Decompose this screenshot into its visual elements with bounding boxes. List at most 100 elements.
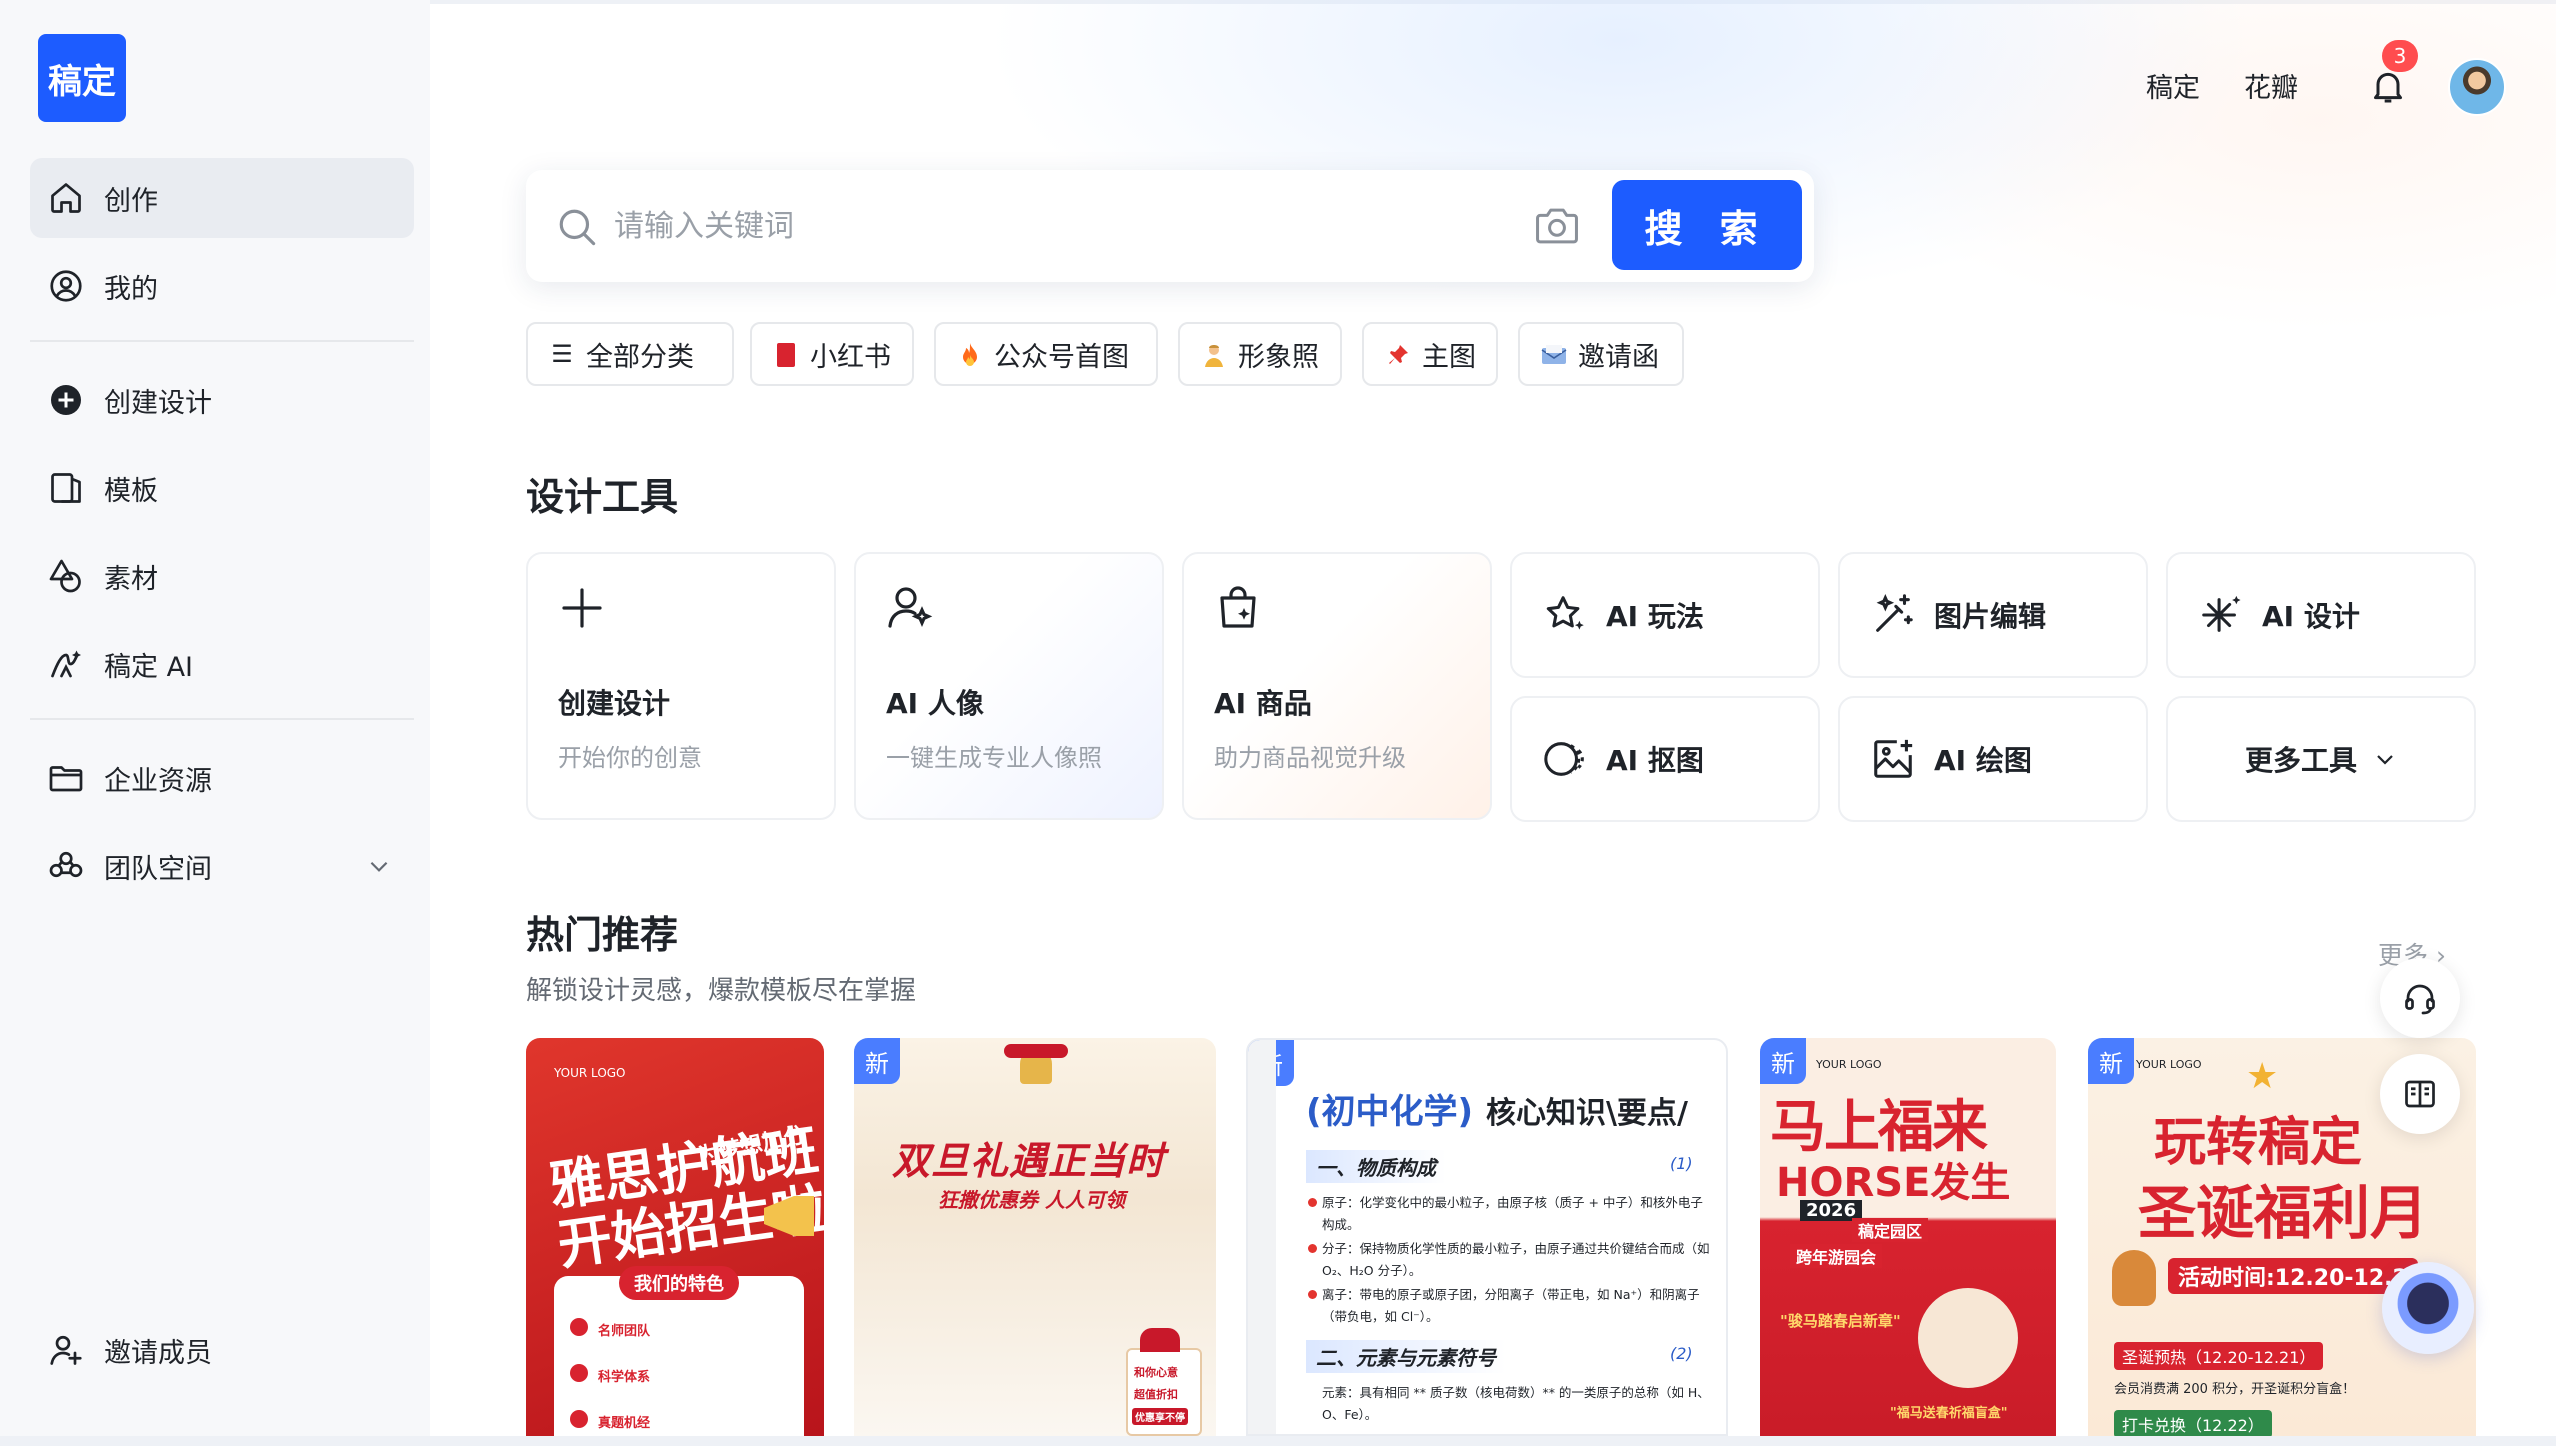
card-section: 一、物质构成 xyxy=(1306,1150,1446,1183)
sidebar-item-label: 团队空间 xyxy=(104,853,212,885)
bell-icon[interactable] xyxy=(2368,66,2408,106)
template-card[interactable]: YOUR LOGO 为梦想加分 雅思护航班 开始招生啦 我们的特色 名师团队 科… xyxy=(526,1038,824,1436)
person-icon xyxy=(1200,340,1228,368)
chevron-down-icon[interactable] xyxy=(366,853,392,879)
header-link-huaban[interactable]: 花瓣 xyxy=(2244,66,2298,105)
sidebar-divider xyxy=(30,718,414,720)
search-bar: 搜 索 xyxy=(526,170,1814,282)
card-headline: 玩转稿定 xyxy=(2154,1113,2363,1173)
design-tools-title: 设计工具 xyxy=(526,475,679,519)
home-icon xyxy=(51,183,81,213)
template-card[interactable]: 新 双旦礼遇正当时 狂撒优惠券 人人可领 和你心意 超值折扣 优惠享不停 xyxy=(854,1038,1216,1436)
card-feature-title: 我们的特色 xyxy=(619,1266,739,1300)
chip-label: 公众号首图 xyxy=(994,341,1129,373)
tool-name: AI 绘图 xyxy=(1934,744,2032,777)
card-activity: "骏马踏春启新章" xyxy=(1780,1312,1901,1330)
chip-wechat-cover[interactable]: 公众号首图 xyxy=(934,322,1158,386)
template-card[interactable]: 新 (初中化学) 核心知识\要点/ 一、物质构成 (1) 原子：化学变化中的最小… xyxy=(1246,1038,1728,1436)
user-add-icon xyxy=(50,1335,82,1365)
avatar[interactable] xyxy=(2448,58,2506,116)
sidebar-item-label: 企业资源 xyxy=(104,765,212,797)
sidebar-item-gaoding-ai[interactable]: 稿定 AI xyxy=(30,624,414,704)
bottom-border xyxy=(0,1436,2556,1446)
notification-badge: 3 xyxy=(2382,40,2418,72)
chip-main-image[interactable]: 主图 xyxy=(1362,322,1498,386)
folder-icon xyxy=(49,766,83,792)
chevron-down-icon xyxy=(2377,755,2393,765)
chip-label: 小红书 xyxy=(810,341,891,373)
invite-members-button[interactable]: 邀请成员 xyxy=(30,1310,414,1390)
tool-name: 图片编辑 xyxy=(1934,600,2047,633)
card-section-no: (1) xyxy=(1670,1154,1693,1173)
tool-name: AI 设计 xyxy=(2262,600,2360,633)
chip-portrait[interactable]: 形象照 xyxy=(1178,322,1342,386)
template-icon xyxy=(51,473,81,503)
tool-more[interactable]: 更多工具 xyxy=(2166,696,2476,822)
tool-name: AI 商品 xyxy=(1214,687,1312,720)
sidebar-item-create-design[interactable]: 创建设计 xyxy=(30,360,414,440)
tool-ai-cutout[interactable]: AI 抠图 xyxy=(1510,696,1820,822)
sidebar-item-label: 创建设计 xyxy=(104,387,212,419)
sidebar-item-label: 创作 xyxy=(104,185,158,217)
tool-ai-play[interactable]: AI 玩法 xyxy=(1510,552,1820,678)
card-section: 二、元素与元素符号 xyxy=(1306,1340,1506,1373)
sidebar-item-team[interactable]: 团队空间 xyxy=(30,826,414,906)
card-bullet: 原子：化学变化中的最小粒子，由原子核（质子 + 中子）和核外电子构成。 xyxy=(1322,1195,1703,1232)
cutout-icon xyxy=(1544,742,1584,776)
plus-icon xyxy=(562,588,602,628)
chip-invitation[interactable]: 邀请函 xyxy=(1518,322,1684,386)
tool-desc: 助力商品视觉升级 xyxy=(1214,744,1406,772)
ai-portrait-icon xyxy=(888,587,933,628)
tool-ai-drawing[interactable]: AI 绘图 xyxy=(1838,696,2148,822)
gift-box: 和你心意 超值折扣 优惠享不停 xyxy=(1126,1348,1202,1436)
sidebar-item-mine[interactable]: 我的 xyxy=(30,246,414,326)
sidebar-item-label: 模板 xyxy=(104,475,158,507)
card-bullet: 分子：保持物质化学性质的最小粒子，由原子通过共价键结合而成（如 O₂、H₂O 分… xyxy=(1322,1241,1710,1278)
headset-icon xyxy=(2405,984,2435,1015)
chip-label: 全部分类 xyxy=(586,341,694,373)
template-card[interactable]: 新 YOUR LOGO 马上福来 HORSE发生 2026 稿定园区 跨年游园会… xyxy=(1760,1038,2056,1436)
pin-icon xyxy=(1308,1198,1317,1207)
hot-subtitle: 解锁设计灵感，爆款模板尽在掌握 xyxy=(526,976,917,1006)
card-logo: YOUR LOGO xyxy=(1816,1058,1882,1071)
brand-logo[interactable]: 稿定 xyxy=(38,34,126,122)
search-button[interactable]: 搜 索 xyxy=(1612,180,1802,270)
card-logo: YOUR LOGO xyxy=(2136,1058,2202,1071)
customer-service-button[interactable] xyxy=(2380,958,2460,1038)
card-activity: "福马送春祈福盲盒" xyxy=(1890,1406,2008,1421)
tool-name: AI 玩法 xyxy=(1606,600,1704,633)
guide-book-button[interactable] xyxy=(2380,1054,2460,1134)
gingerbread-icon xyxy=(2112,1250,2156,1306)
feature-dot-icon xyxy=(570,1410,588,1428)
ai-spark-icon xyxy=(2202,595,2241,632)
sidebar-item-label: 稿定 AI xyxy=(104,651,194,683)
team-icon xyxy=(49,851,83,878)
menu-icon: ☰ xyxy=(551,340,573,368)
tool-ai-portrait[interactable]: AI 人像 一键生成专业人像照 xyxy=(854,552,1164,820)
shopping-bag-icon xyxy=(1220,586,1256,628)
ai-assistant-robot-icon[interactable] xyxy=(2382,1262,2474,1354)
binder-strip xyxy=(1248,1040,1276,1434)
tool-ai-design[interactable]: AI 设计 xyxy=(2166,552,2476,678)
sparkle-star-icon xyxy=(1546,596,1584,630)
header-link-gaoding[interactable]: 稿定 xyxy=(2146,66,2200,105)
search-input[interactable] xyxy=(614,200,1434,252)
sidebar-item-templates[interactable]: 模板 xyxy=(30,448,414,528)
pin-icon xyxy=(1384,340,1412,368)
bow-icon xyxy=(1004,1044,1068,1058)
tool-create-design[interactable]: 创建设计 开始你的创意 xyxy=(526,552,836,820)
chip-xiaohongshu[interactable]: 小红书 xyxy=(750,322,914,386)
card-feature-panel: 我们的特色 名师团队 科学体系 真题机经 xyxy=(554,1266,804,1436)
image-plus-icon xyxy=(1874,739,1913,778)
pin-icon xyxy=(1308,1290,1317,1299)
card-title-a: (初中化学) xyxy=(1306,1092,1474,1132)
tool-image-edit[interactable]: 图片编辑 xyxy=(1838,552,2148,678)
tool-ai-product[interactable]: AI 商品 助力商品视觉升级 xyxy=(1182,552,1492,820)
camera-icon[interactable] xyxy=(1534,204,1580,248)
chip-all-categories[interactable]: ☰ 全部分类 xyxy=(526,322,734,386)
envelope-icon xyxy=(1540,340,1568,368)
sidebar-item-enterprise[interactable]: 企业资源 xyxy=(30,738,414,818)
sidebar-item-create[interactable]: 创作 xyxy=(30,158,414,238)
sidebar-divider xyxy=(30,340,414,342)
sidebar-item-assets[interactable]: 素材 xyxy=(30,536,414,616)
